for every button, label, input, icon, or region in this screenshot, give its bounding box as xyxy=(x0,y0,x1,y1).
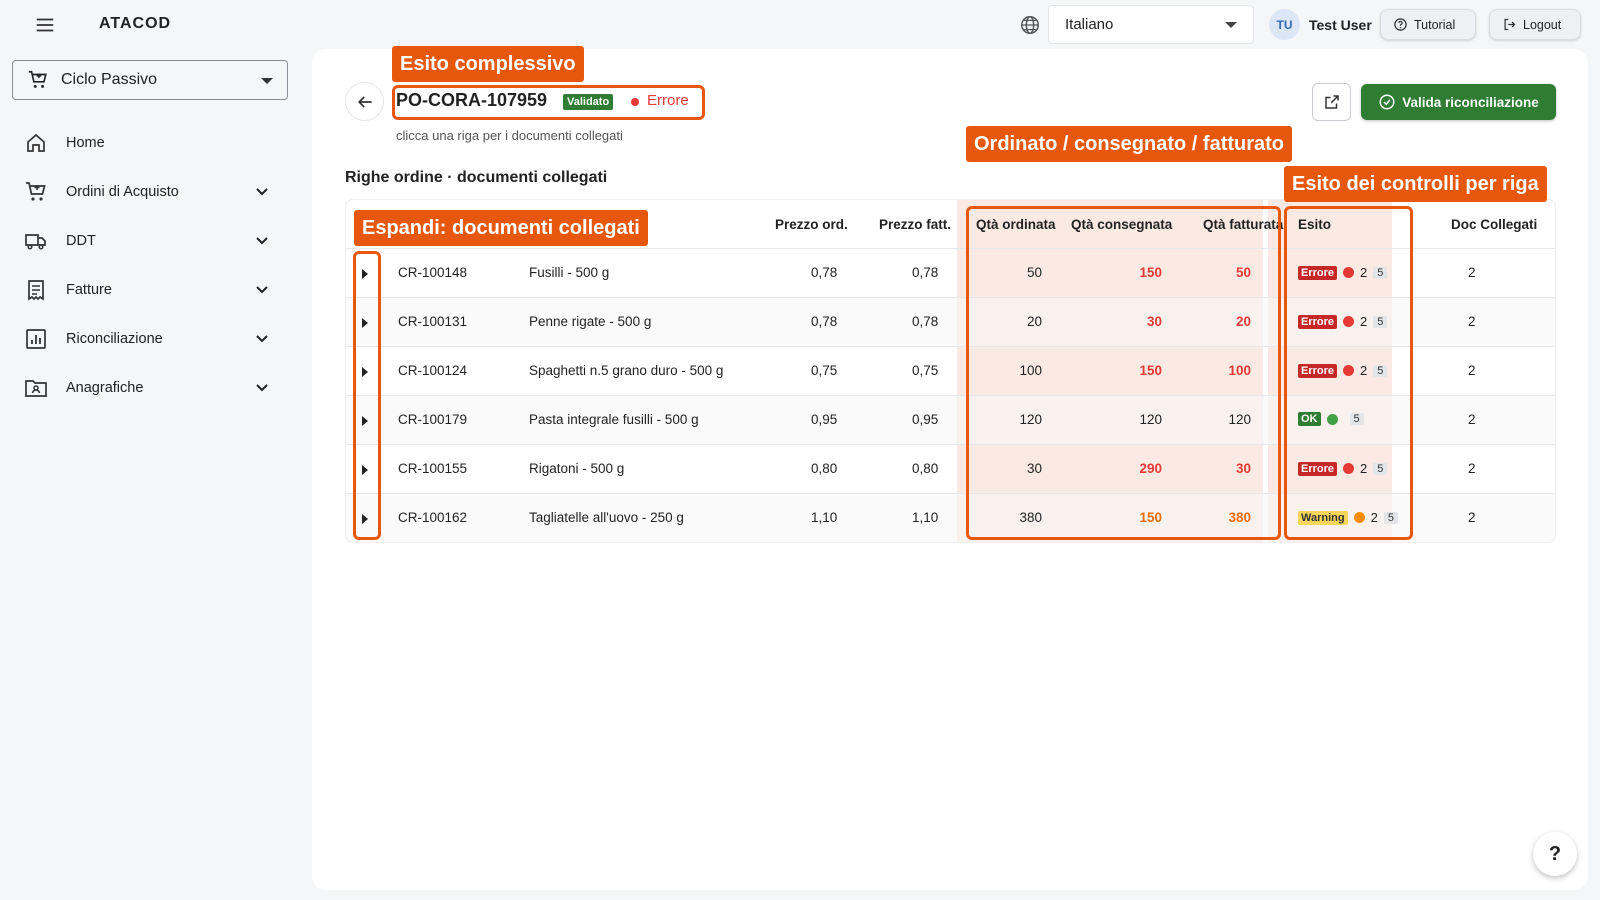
tutorial-button[interactable]: Tutorial xyxy=(1380,9,1476,40)
check-circle-icon xyxy=(1379,94,1395,110)
annotation-box-quantities xyxy=(966,206,1281,540)
cycle-value: Ciclo Passivo xyxy=(61,71,158,88)
row-docs: 2 xyxy=(1468,510,1476,525)
sidebar-nav: Home Ordini di Acquisto DDT Fatture Rico… xyxy=(0,118,300,412)
row-docs: 2 xyxy=(1468,314,1476,329)
row-docs: 2 xyxy=(1468,265,1476,280)
sidebar-item-anagrafiche[interactable]: Anagrafiche xyxy=(0,363,300,412)
sidebar-item-home[interactable]: Home xyxy=(0,118,300,167)
col-header-price-ord[interactable]: Prezzo ord. xyxy=(775,217,848,232)
row-code: CR-100155 xyxy=(398,461,468,476)
folder-user-icon xyxy=(25,379,47,397)
annotation-box-expand xyxy=(353,251,381,540)
caret-down-icon xyxy=(1225,22,1237,28)
row-code: CR-100124 xyxy=(398,363,468,378)
chevron-down-icon[interactable] xyxy=(254,281,270,297)
row-docs: 2 xyxy=(1468,461,1476,476)
row-price-fatt: 0,95 xyxy=(912,412,939,427)
row-description: Tagliatelle all'uovo - 250 g xyxy=(529,510,684,525)
sidebar-item-label: Anagrafiche xyxy=(66,379,144,396)
section-title: Righe ordine · documenti collegati xyxy=(345,169,608,186)
row-description: Penne rigate - 500 g xyxy=(529,314,652,329)
invoice-icon xyxy=(28,279,44,301)
language-select[interactable]: Italiano xyxy=(1048,5,1254,44)
chevron-down-icon[interactable] xyxy=(254,379,270,395)
row-description: Fusilli - 500 g xyxy=(529,265,610,280)
truck-icon xyxy=(25,233,46,250)
row-price-ord: 0,75 xyxy=(811,363,838,378)
open-external-button[interactable] xyxy=(1312,83,1351,121)
chevron-down-icon[interactable] xyxy=(254,232,270,248)
caret-down-icon xyxy=(261,78,273,84)
row-price-ord: 0,78 xyxy=(811,314,838,329)
avatar[interactable]: TU xyxy=(1269,9,1300,40)
row-price-fatt: 0,75 xyxy=(912,363,939,378)
globe-icon xyxy=(1021,16,1039,34)
cycle-select[interactable]: Ciclo Passivo xyxy=(12,60,288,100)
row-price-fatt: 1,10 xyxy=(912,510,939,525)
row-description: Rigatoni - 500 g xyxy=(529,461,625,476)
top-bar: ATACOD Italiano TU Test User Tutorial Lo… xyxy=(0,0,1600,50)
annotation-quantities: Ordinato / consegnato / fatturato xyxy=(966,126,1293,162)
sidebar-item-label: DDT xyxy=(66,232,96,249)
row-price-fatt: 0,78 xyxy=(912,265,939,280)
home-icon xyxy=(27,133,45,152)
chevron-down-icon[interactable] xyxy=(254,183,270,199)
user-name: Test User xyxy=(1309,17,1372,33)
logout-button[interactable]: Logout xyxy=(1489,9,1581,40)
sidebar-item-ordini[interactable]: Ordini di Acquisto xyxy=(0,167,300,216)
row-price-fatt: 0,78 xyxy=(912,314,939,329)
sidebar-item-label: Fatture xyxy=(66,281,112,298)
col-header-docs[interactable]: Doc Collegati xyxy=(1451,217,1537,232)
validate-reconciliation-button[interactable]: Valida riconciliazione xyxy=(1361,84,1556,120)
annotation-expand: Espandi: documenti collegati xyxy=(354,210,648,246)
annotation-row-checks: Esito dei controlli per riga xyxy=(1284,166,1547,202)
row-description: Pasta integrale fusilli - 500 g xyxy=(529,412,699,427)
row-code: CR-100179 xyxy=(398,412,468,427)
sidebar-item-riconciliazione[interactable]: Riconciliazione xyxy=(0,314,300,363)
row-price-ord: 0,80 xyxy=(811,461,838,476)
language-value: Italiano xyxy=(1065,16,1114,33)
sidebar-item-ddt[interactable]: DDT xyxy=(0,216,300,265)
help-button[interactable]: ? xyxy=(1533,832,1577,876)
page-subtitle: clicca una riga per i documenti collegat… xyxy=(396,128,623,143)
sidebar-item-label: Home xyxy=(66,134,105,151)
arrow-left-icon xyxy=(357,95,372,108)
menu-icon[interactable] xyxy=(34,14,56,36)
row-docs: 2 xyxy=(1468,363,1476,378)
row-price-fatt: 0,80 xyxy=(912,461,939,476)
row-price-ord: 1,10 xyxy=(811,510,838,525)
sidebar-item-label: Riconciliazione xyxy=(66,330,163,347)
logout-label: Logout xyxy=(1523,17,1562,32)
cart-icon xyxy=(28,70,47,88)
row-price-ord: 0,78 xyxy=(811,265,838,280)
annotation-box-overall xyxy=(392,85,705,120)
external-link-icon xyxy=(1324,95,1339,109)
validate-label: Valida riconciliazione xyxy=(1402,94,1539,110)
chevron-down-icon[interactable] xyxy=(254,330,270,346)
help-circle-icon xyxy=(1394,18,1407,31)
cart-icon xyxy=(26,181,46,201)
annotation-overall: Esito complessivo xyxy=(392,46,584,82)
logout-icon xyxy=(1504,18,1516,31)
row-code: CR-100148 xyxy=(398,265,468,280)
tutorial-label: Tutorial xyxy=(1414,17,1456,32)
sidebar-item-fatture[interactable]: Fatture xyxy=(0,265,300,314)
app-brand: ATACOD xyxy=(99,15,172,32)
row-code: CR-100162 xyxy=(398,510,468,525)
back-button[interactable] xyxy=(345,82,384,121)
sidebar-item-label: Ordini di Acquisto xyxy=(66,183,179,200)
row-docs: 2 xyxy=(1468,412,1476,427)
row-price-ord: 0,95 xyxy=(811,412,838,427)
row-description: Spaghetti n.5 grano duro - 500 g xyxy=(529,363,724,378)
row-code: CR-100131 xyxy=(398,314,468,329)
chart-icon xyxy=(26,328,46,349)
col-header-price-fatt[interactable]: Prezzo fatt. xyxy=(879,217,951,232)
annotation-box-row-checks xyxy=(1284,206,1413,540)
